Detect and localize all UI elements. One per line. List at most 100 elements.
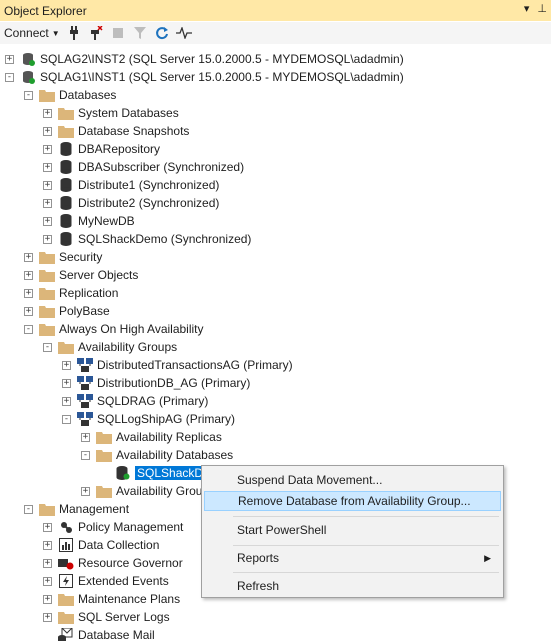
tree-node-server-objects[interactable]: + Server Objects xyxy=(24,266,138,284)
chevron-down-icon: ▼ xyxy=(51,28,60,38)
collapse-icon[interactable]: - xyxy=(24,504,33,514)
database-icon xyxy=(58,141,74,157)
tree-node-label: Availability Databases xyxy=(116,448,234,462)
tree-node-label: DBASubscriber (Synchronized) xyxy=(78,160,245,174)
resource-governor-icon xyxy=(58,555,74,571)
tree-node-dbarepository[interactable]: + DBARepository xyxy=(43,140,160,158)
tree-node-label: Policy Management xyxy=(78,520,184,534)
expand-icon[interactable]: + xyxy=(5,54,14,64)
tree-node-security[interactable]: + Security xyxy=(24,248,102,266)
tree-node-ag-sqllogship[interactable]: - SQLLogShipAG (Primary) xyxy=(62,410,235,428)
expand-icon[interactable]: + xyxy=(43,144,52,154)
expand-icon[interactable]: + xyxy=(43,126,52,136)
folder-icon xyxy=(39,321,55,337)
object-explorer-toolbar: Connect ▼ xyxy=(0,22,551,44)
tree-node-availability-group-listeners[interactable]: + Availability Grou xyxy=(81,482,202,500)
connect-button[interactable]: Connect ▼ xyxy=(4,26,60,40)
tree-node-database-mail[interactable]: Database Mail xyxy=(43,626,155,644)
tree-node-ag-sqldrag[interactable]: + SQLDRAG (Primary) xyxy=(62,392,208,410)
expand-icon[interactable]: + xyxy=(24,306,33,316)
pin-icon[interactable]: ⊥ xyxy=(537,2,547,15)
tree-node-system-databases[interactable]: + System Databases xyxy=(43,104,179,122)
tree-node-availability-groups[interactable]: - Availability Groups xyxy=(43,338,177,356)
menu-item-label: Reports xyxy=(237,551,280,565)
tree-node-database-snapshots[interactable]: + Database Snapshots xyxy=(43,122,189,140)
expand-icon[interactable]: + xyxy=(24,252,33,262)
filter-icon[interactable] xyxy=(132,25,148,41)
database-icon xyxy=(58,177,74,193)
expand-icon[interactable]: + xyxy=(43,522,52,532)
menu-item-refresh[interactable]: Refresh xyxy=(204,576,501,596)
menu-item-reports[interactable]: Reports ▶ xyxy=(204,548,501,568)
menu-item-start-powershell[interactable]: Start PowerShell xyxy=(204,520,501,540)
tree-node-sql-server-logs[interactable]: + SQL Server Logs xyxy=(43,608,170,626)
tree-node-always-on[interactable]: - Always On High Availability xyxy=(24,320,204,338)
expand-icon[interactable]: + xyxy=(62,360,71,370)
availability-group-icon xyxy=(77,393,93,409)
tree-node-label: SQLShackDemo (Synchronized) xyxy=(78,232,252,246)
expand-icon[interactable]: + xyxy=(24,270,33,280)
expand-icon[interactable]: + xyxy=(43,558,52,568)
expand-icon[interactable]: + xyxy=(24,288,33,298)
tree-node-mynewdb[interactable]: + MyNewDB xyxy=(43,212,135,230)
availability-group-icon xyxy=(77,411,93,427)
dropdown-icon[interactable]: ▾ xyxy=(524,2,530,15)
tree-node-ag-distributedtransactions[interactable]: + DistributedTransactionsAG (Primary) xyxy=(62,356,293,374)
menu-item-remove-database[interactable]: Remove Database from Availability Group.… xyxy=(204,491,501,511)
expand-icon[interactable]: + xyxy=(43,216,52,226)
collapse-icon[interactable]: - xyxy=(62,414,71,424)
tree-node-management[interactable]: - Management xyxy=(24,500,129,518)
collapse-icon[interactable]: - xyxy=(24,90,33,100)
menu-item-label: Start PowerShell xyxy=(237,523,327,537)
expand-icon[interactable]: + xyxy=(43,576,52,586)
refresh-icon[interactable] xyxy=(154,25,170,41)
tree-node-label: Availability Groups xyxy=(78,340,178,354)
tree-node-availability-databases[interactable]: - Availability Databases xyxy=(81,446,233,464)
collapse-icon[interactable]: - xyxy=(43,342,52,352)
expand-icon[interactable]: + xyxy=(43,612,52,622)
expand-icon[interactable]: + xyxy=(43,234,52,244)
tree-node-label: Always On High Availability xyxy=(59,322,204,336)
data-collection-icon xyxy=(58,537,74,553)
tree-node-sqlshackdemo-ag-database[interactable]: SQLShackDe xyxy=(100,464,212,482)
connect-plug-icon[interactable] xyxy=(66,25,82,41)
mail-icon xyxy=(58,627,74,643)
collapse-icon[interactable]: - xyxy=(24,324,33,334)
tree-node-resource-governor[interactable]: + Resource Governor xyxy=(43,554,183,572)
expand-icon[interactable]: + xyxy=(43,540,52,550)
disconnect-icon[interactable] xyxy=(88,25,104,41)
tree-node-replication[interactable]: + Replication xyxy=(24,284,118,302)
tree-node-policy-management[interactable]: + Policy Management xyxy=(43,518,183,536)
expand-icon[interactable]: + xyxy=(62,378,71,388)
expand-icon[interactable]: + xyxy=(43,198,52,208)
tree-node-distribute1[interactable]: + Distribute1 (Synchronized) xyxy=(43,176,219,194)
activity-monitor-icon[interactable] xyxy=(175,25,192,41)
tree-node-ag-distributiondb[interactable]: + DistributionDB_AG (Primary) xyxy=(62,374,250,392)
tree-node-availability-replicas[interactable]: + Availability Replicas xyxy=(81,428,222,446)
tree-node-data-collection[interactable]: + Data Collection xyxy=(43,536,159,554)
folder-icon xyxy=(58,339,74,355)
expand-icon[interactable]: + xyxy=(43,162,52,172)
menu-item-suspend-data-movement[interactable]: Suspend Data Movement... xyxy=(204,470,501,490)
tree-node-databases[interactable]: - Databases xyxy=(24,86,116,104)
collapse-icon[interactable]: - xyxy=(5,72,14,82)
expand-icon[interactable]: + xyxy=(43,180,52,190)
tree-node-maintenance-plans[interactable]: + Maintenance Plans xyxy=(43,590,180,608)
expand-icon[interactable]: + xyxy=(43,108,52,118)
tree-node-distribute2[interactable]: + Distribute2 (Synchronized) xyxy=(43,194,219,212)
expand-icon[interactable]: + xyxy=(81,432,90,442)
tree-node-label: Distribute1 (Synchronized) xyxy=(78,178,220,192)
tree-node-extended-events[interactable]: + Extended Events xyxy=(43,572,169,590)
collapse-icon[interactable]: - xyxy=(81,450,90,460)
tree-node-server-sqlag2[interactable]: + SQLAG2\INST2 (SQL Server 15.0.2000.5 -… xyxy=(5,50,404,68)
expand-icon[interactable]: + xyxy=(43,594,52,604)
tree-node-server-sqlag1[interactable]: - SQLAG1\INST1 (SQL Server 15.0.2000.5 -… xyxy=(5,68,404,86)
tree-node-dbasubscriber[interactable]: + DBASubscriber (Synchronized) xyxy=(43,158,244,176)
stop-icon[interactable] xyxy=(110,25,126,41)
tree-node-sqlshackdemo[interactable]: + SQLShackDemo (Synchronized) xyxy=(43,230,251,248)
expand-icon[interactable]: + xyxy=(62,396,71,406)
folder-icon xyxy=(96,447,112,463)
tree-node-polybase[interactable]: + PolyBase xyxy=(24,302,110,320)
folder-icon xyxy=(96,429,112,445)
expand-icon[interactable]: + xyxy=(81,486,90,496)
